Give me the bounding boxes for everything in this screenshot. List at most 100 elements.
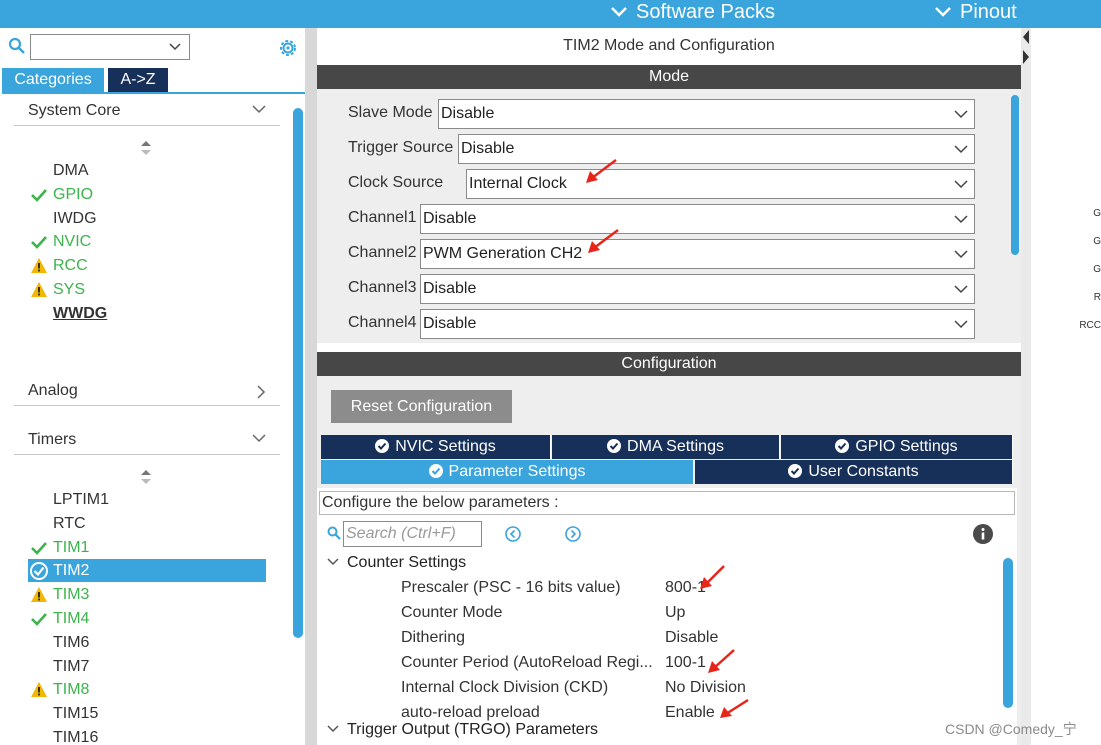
- pin-label[interactable]: R: [1094, 292, 1101, 303]
- mode-select[interactable]: Disable: [458, 134, 975, 164]
- mode-select-value: Internal Clock: [469, 175, 567, 192]
- peripheral-label: RTC: [53, 514, 86, 532]
- peripheral-label: DMA: [53, 162, 89, 179]
- parameters-panel: Configure the below parameters : Search …: [317, 488, 1017, 745]
- mode-select[interactable]: Disable: [420, 309, 975, 339]
- category-search-input[interactable]: [30, 34, 190, 60]
- mode-select[interactable]: Disable: [438, 99, 975, 129]
- peripheral-item-tim15[interactable]: TIM15: [28, 702, 266, 725]
- parameter-row[interactable]: Counter Mode Up: [401, 602, 1001, 626]
- counter-settings-group[interactable]: Counter Settings: [327, 554, 466, 572]
- pin-label[interactable]: G: [1093, 208, 1101, 219]
- check-circle-icon: [30, 562, 48, 581]
- mode-select[interactable]: Disable: [420, 204, 975, 234]
- mode-select-value: Disable: [423, 315, 477, 332]
- peripheral-item-tim7[interactable]: TIM7: [28, 655, 266, 678]
- parameter-name: auto-reload preload: [401, 704, 540, 721]
- peripheral-item-lptim1[interactable]: LPTIM1: [28, 488, 266, 511]
- mode-section-bar: Mode: [317, 65, 1021, 89]
- search-previous-icon[interactable]: [505, 526, 521, 542]
- group-label: Counter Settings: [347, 554, 467, 571]
- tab-parameter-settings[interactable]: Parameter Settings: [321, 460, 694, 484]
- peripheral-item-tim2[interactable]: TIM2: [28, 559, 266, 583]
- peripheral-item-tim8[interactable]: TIM8: [28, 678, 266, 701]
- parameters-scrollbar[interactable]: [1003, 558, 1013, 708]
- right-splitter[interactable]: [1021, 28, 1031, 745]
- parameter-row[interactable]: Counter Period (AutoReload Regi... 100-1: [401, 652, 1001, 676]
- peripheral-item-iwdg[interactable]: IWDG: [28, 207, 266, 230]
- peripheral-item-tim6[interactable]: TIM6: [28, 631, 266, 654]
- search-next-icon[interactable]: [565, 526, 581, 542]
- mode-select[interactable]: Internal Clock: [466, 169, 975, 199]
- pin-label[interactable]: G: [1093, 236, 1101, 247]
- reset-configuration-button[interactable]: Reset Configuration: [331, 390, 512, 423]
- left-scrollbar[interactable]: [293, 108, 303, 638]
- gear-icon[interactable]: [277, 37, 299, 59]
- chevron-down-icon: [954, 285, 968, 294]
- collapse-arrow-icon[interactable]: [1022, 28, 1030, 68]
- peripheral-label: TIM4: [53, 610, 90, 627]
- peripheral-label: IWDG: [53, 209, 97, 227]
- peripheral-item-nvic[interactable]: NVIC: [28, 230, 266, 253]
- peripheral-item-dma[interactable]: DMA: [28, 159, 266, 182]
- info-icon[interactable]: [973, 524, 993, 544]
- tab-label: NVIC Settings: [395, 438, 496, 455]
- mode-row: Channel3 Disable: [317, 274, 1021, 304]
- pinout-menu[interactable]: Pinout: [934, 0, 1017, 24]
- tab-user-constants[interactable]: User Constants: [695, 460, 1013, 484]
- parameter-row[interactable]: Dithering Disable: [401, 627, 1001, 651]
- peripheral-item-wwdg[interactable]: WWDG: [28, 302, 266, 325]
- chevron-down-icon: [611, 7, 627, 17]
- peripheral-item-tim1[interactable]: TIM1: [28, 536, 266, 559]
- parameter-value[interactable]: No Division: [665, 679, 746, 697]
- peripheral-item-tim4[interactable]: TIM4: [28, 607, 266, 630]
- parameter-search-input[interactable]: Search (Ctrl+F): [343, 521, 482, 547]
- peripheral-item-gpio[interactable]: GPIO: [28, 183, 266, 206]
- pin-label[interactable]: G: [1093, 264, 1101, 275]
- mode-select[interactable]: PWM Generation CH2: [420, 239, 975, 269]
- section-label: Timers: [28, 431, 77, 448]
- section-analog[interactable]: Analog: [14, 380, 280, 406]
- check-icon: [31, 188, 47, 202]
- mode-select[interactable]: Disable: [420, 274, 975, 304]
- annotation-arrow-icon: [720, 698, 749, 718]
- trgo-parameters-group[interactable]: Trigger Output (TRGO) Parameters: [327, 721, 598, 739]
- page-title: TIM2 Mode and Configuration: [563, 37, 775, 54]
- tab-a-z[interactable]: A->Z: [108, 68, 168, 92]
- peripheral-item-tim3[interactable]: TIM3: [28, 583, 266, 606]
- tab-categories[interactable]: Categories: [2, 68, 104, 92]
- tab-label: Parameter Settings: [448, 463, 586, 480]
- annotation-arrow-icon: [586, 159, 617, 183]
- pin-label[interactable]: RCC: [1079, 320, 1101, 331]
- peripheral-label: TIM7: [53, 657, 90, 675]
- parameter-value[interactable]: Enable: [665, 704, 715, 722]
- peripheral-item-rcc[interactable]: RCC: [28, 254, 266, 277]
- group-label: Trigger Output (TRGO) Parameters: [347, 721, 599, 738]
- search-icon[interactable]: [8, 37, 26, 55]
- peripheral-label: TIM3: [53, 586, 90, 604]
- parameter-row[interactable]: Internal Clock Division (CKD) No Division: [401, 677, 1001, 701]
- tab-dma-settings[interactable]: DMA Settings: [552, 435, 780, 459]
- tab-gpio-settings[interactable]: GPIO Settings: [781, 435, 1013, 459]
- mode-label: Clock Source: [348, 174, 444, 191]
- software-packs-menu[interactable]: Software Packs: [610, 0, 775, 24]
- peripheral-item-tim16[interactable]: TIM16: [28, 726, 266, 745]
- check-circle-icon: [835, 439, 850, 453]
- panel-divider[interactable]: [305, 28, 317, 745]
- check-circle-icon: [788, 464, 803, 478]
- sort-icon[interactable]: [141, 141, 151, 155]
- parameter-value[interactable]: Up: [665, 604, 685, 622]
- left-panel: Categories A->Z System Core DMA GPIO IWDG N…: [0, 28, 305, 745]
- section-system-core[interactable]: System Core: [14, 100, 280, 126]
- peripheral-item-rtc[interactable]: RTC: [28, 512, 266, 535]
- parameter-value[interactable]: Disable: [665, 629, 718, 647]
- tab-nvic-settings[interactable]: NVIC Settings: [321, 435, 551, 459]
- tab-label: DMA Settings: [627, 438, 724, 455]
- section-timers[interactable]: Timers: [14, 429, 280, 455]
- peripheral-item-sys[interactable]: SYS: [28, 278, 266, 301]
- parameter-value[interactable]: 100-1: [665, 654, 706, 672]
- parameter-name: Counter Period (AutoReload Regi...: [401, 654, 653, 671]
- mode-scrollbar[interactable]: [1011, 95, 1019, 255]
- sort-icon[interactable]: [141, 470, 151, 484]
- search-icon: [327, 526, 341, 540]
